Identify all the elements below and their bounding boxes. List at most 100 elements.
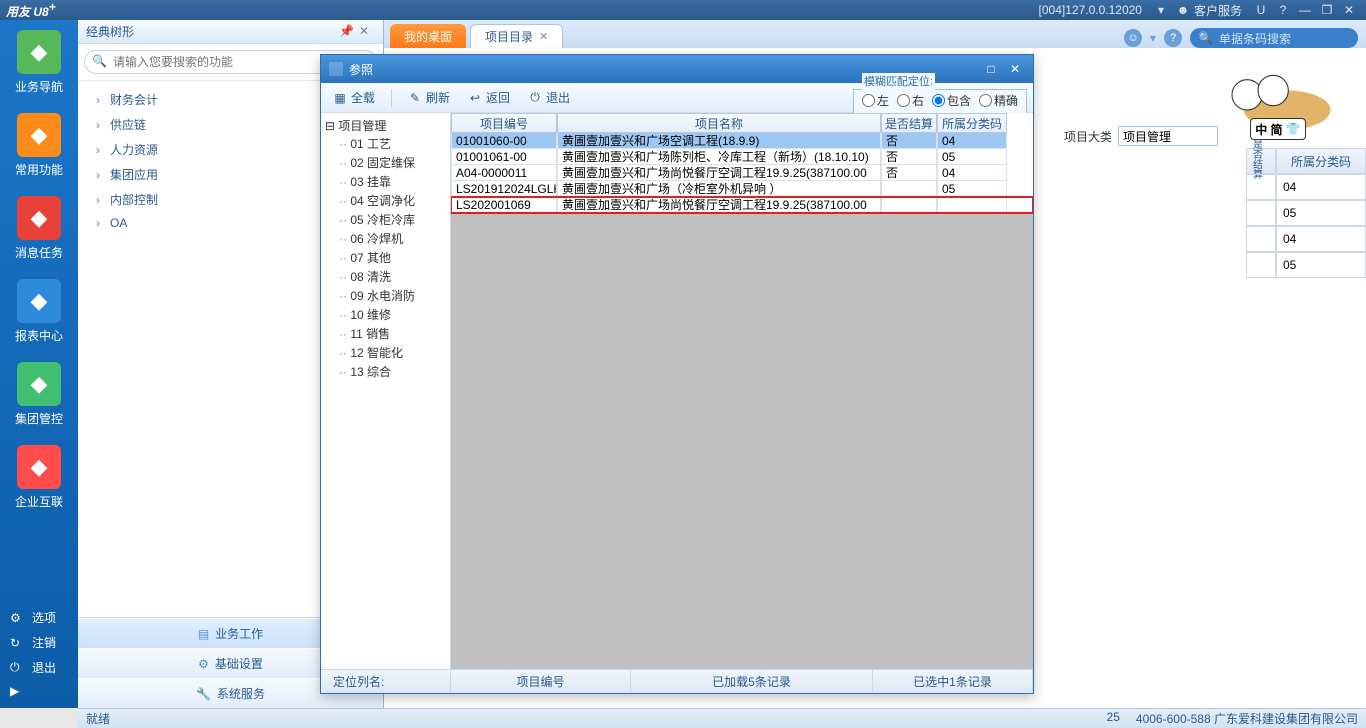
project-class-input[interactable] bbox=[1118, 126, 1218, 146]
dropdown-icon[interactable]: ▾ bbox=[1153, 2, 1169, 18]
sidebar-tab-icon: ▤ bbox=[198, 627, 209, 641]
dialog-close-icon[interactable]: ✕ bbox=[1005, 61, 1025, 77]
rail-collapse-icon[interactable]: ▶ bbox=[0, 680, 78, 702]
modal-tree-node-12[interactable]: ·· 12 智能化 bbox=[325, 343, 446, 362]
bg-th-settle: 是否结算 bbox=[1246, 148, 1276, 174]
modal-tree-node-09[interactable]: ·· 09 水电消防 bbox=[325, 286, 446, 305]
project-class-field: 项目大类 bbox=[1064, 126, 1218, 146]
support-icon[interactable]: ☻ bbox=[1175, 2, 1191, 18]
modal-tree-node-10[interactable]: ·· 10 维修 bbox=[325, 305, 446, 324]
fuzzy-match-group: 模糊匹配定位: 左右包含精确 bbox=[853, 82, 1027, 114]
close-icon[interactable]: ✕ bbox=[1341, 2, 1357, 18]
hotline: 4006-600-588 广东爱科建设集团有限公司 bbox=[1136, 710, 1358, 727]
grid-cell bbox=[937, 197, 1007, 213]
main-tab-1[interactable]: 项目目录✕ bbox=[470, 24, 563, 48]
grid-cell bbox=[881, 181, 937, 197]
minimize-icon[interactable]: — bbox=[1297, 2, 1313, 18]
main-tab-0[interactable]: 我的桌面 bbox=[390, 24, 466, 48]
grid-row[interactable]: A04-0000011黄圃壹加壹兴和广场尚悦餐厅空调工程19.9.25(3871… bbox=[451, 165, 1033, 181]
modal-tree-node-06[interactable]: ·· 06 冷焊机 bbox=[325, 229, 446, 248]
rail-label: 常用功能 bbox=[9, 161, 69, 178]
dialog-maximize-icon[interactable]: □ bbox=[981, 61, 1001, 77]
modal-tree-node-13[interactable]: ·· 13 综合 bbox=[325, 362, 446, 381]
modal-tree-node-08[interactable]: ·· 08 清洗 bbox=[325, 267, 446, 286]
grid-row[interactable]: 01001061-00黄圃壹加壹兴和广场陈列柜、冷库工程（新场）(18.10.1… bbox=[451, 149, 1033, 165]
rail-item-2[interactable]: ◆消息任务 bbox=[9, 196, 69, 261]
modal-tree-node-03[interactable]: ·· 03 挂靠 bbox=[325, 172, 446, 191]
dialog-grid: 项目编号项目名称是否结算所属分类码 01001060-00黄圃壹加壹兴和广场空调… bbox=[451, 113, 1033, 669]
match-radio-2[interactable]: 包含 bbox=[932, 92, 971, 109]
rail-icon: ◆ bbox=[17, 113, 61, 157]
smiley-icon[interactable]: ☺ bbox=[1124, 29, 1142, 47]
back-button[interactable]: ↩返回 bbox=[462, 87, 516, 108]
tree-root[interactable]: ⊟ 项目管理 bbox=[325, 117, 446, 134]
exit-button[interactable]: ⏻退出 bbox=[522, 87, 576, 108]
match-radio-0[interactable]: 左 bbox=[862, 92, 889, 109]
app-statusbar: 就绪 25 4006-600-588 广东爱科建设集团有限公司 bbox=[78, 708, 1366, 728]
rail-item-3[interactable]: ◆报表中心 bbox=[9, 279, 69, 344]
rail-bottom-icon: ⚙ bbox=[10, 611, 26, 625]
fuzzy-match-legend: 模糊匹配定位: bbox=[862, 73, 935, 89]
customer-service-label[interactable]: 客户服务 bbox=[1194, 2, 1242, 19]
grid-icon: ▦ bbox=[333, 91, 347, 105]
rail-item-1[interactable]: ◆ 常用功能 bbox=[9, 113, 69, 178]
selected-count: 已选中1条记录 bbox=[873, 670, 1033, 693]
refresh-button[interactable]: ✎刷新 bbox=[402, 87, 456, 108]
rail-item-0[interactable]: ◆业务导航 bbox=[9, 30, 69, 95]
grid-cell: 否 bbox=[881, 133, 937, 149]
help-icon[interactable]: ? bbox=[1164, 29, 1182, 47]
bg-cell-code: 05 bbox=[1276, 200, 1366, 226]
rail-bottom-2[interactable]: ⏻退出 bbox=[0, 655, 78, 680]
help-icon[interactable]: ? bbox=[1275, 2, 1291, 18]
bg-th-code: 所属分类码 bbox=[1276, 148, 1366, 174]
tab-strip: 我的桌面项目目录✕ ☺ ▾ ? 🔍 单据条码搜索 bbox=[384, 20, 1366, 48]
rail-icon: ◆ bbox=[17, 445, 61, 489]
rail-item-5[interactable]: ◆企业互联 bbox=[9, 445, 69, 510]
barcode-search[interactable]: 🔍 单据条码搜索 bbox=[1190, 28, 1358, 48]
modal-tree-node-07[interactable]: ·· 07 其他 bbox=[325, 248, 446, 267]
grid-cell: A04-0000011 bbox=[451, 165, 557, 181]
chevron-right-icon: › bbox=[96, 216, 106, 230]
modal-tree-node-01[interactable]: ·· 01 工艺 bbox=[325, 134, 446, 153]
grid-cell: 04 bbox=[937, 133, 1007, 149]
rail-item-4[interactable]: ◆ 集团管控 bbox=[9, 362, 69, 427]
grid-row[interactable]: LS202001069黄圃壹加壹兴和广场尚悦餐厅空调工程19.9.25(3871… bbox=[451, 197, 1033, 213]
tab-close-icon[interactable]: ✕ bbox=[539, 30, 548, 43]
status-number: 25 bbox=[1107, 710, 1120, 727]
chevron-right-icon: › bbox=[96, 168, 106, 182]
grid-header-1[interactable]: 项目名称 bbox=[557, 113, 881, 133]
modal-tree-node-05[interactable]: ·· 05 冷柜冷库 bbox=[325, 210, 446, 229]
grid-row[interactable]: LS201912024LGLK黄圃壹加壹兴和广场（冷柜室外机异响 ）05 bbox=[451, 181, 1033, 197]
grid-cell: 05 bbox=[937, 149, 1007, 165]
grid-header-2[interactable]: 是否结算 bbox=[881, 113, 937, 133]
rail-icon: ◆ bbox=[17, 362, 61, 406]
grid-header-0[interactable]: 项目编号 bbox=[451, 113, 557, 133]
chevron-right-icon: › bbox=[96, 193, 106, 207]
rail-bottom-1[interactable]: ↻注销 bbox=[0, 630, 78, 655]
lang-tag[interactable]: 中 简 👕 bbox=[1250, 118, 1306, 140]
refresh-icon: ✎ bbox=[408, 91, 422, 105]
grid-row[interactable]: 01001060-00黄圃壹加壹兴和广场空调工程(18.9.9)否04 bbox=[451, 133, 1033, 149]
match-radio-1[interactable]: 右 bbox=[897, 92, 924, 109]
exit-icon: ⏻ bbox=[528, 91, 542, 105]
reference-dialog: 参照 □ ✕ ▦全载 ✎刷新 ↩返回 ⏻退出 模糊匹配定位: 左右包含精确 ⊟ … bbox=[320, 54, 1034, 694]
restore-icon[interactable]: ❐ bbox=[1319, 2, 1335, 18]
modal-tree-node-02[interactable]: ·· 02 固定维保 bbox=[325, 153, 446, 172]
chevron-down-icon[interactable]: ▾ bbox=[1150, 31, 1156, 45]
modal-tree-node-04[interactable]: ·· 04 空调净化 bbox=[325, 191, 446, 210]
pin-icon[interactable]: 📌 bbox=[339, 24, 355, 40]
grid-header-3[interactable]: 所属分类码 bbox=[937, 113, 1007, 133]
sidebar-close-icon[interactable]: ✕ bbox=[359, 24, 375, 40]
load-all-button[interactable]: ▦全载 bbox=[327, 87, 381, 108]
dialog-toolbar: ▦全载 ✎刷新 ↩返回 ⏻退出 模糊匹配定位: 左右包含精确 bbox=[321, 83, 1033, 113]
rail-label: 集团管控 bbox=[9, 410, 69, 427]
bg-cell-settle bbox=[1246, 252, 1276, 278]
match-radio-3[interactable]: 精确 bbox=[979, 92, 1018, 109]
connection-info: [004]127.0.0.12020 bbox=[1039, 3, 1142, 17]
locator-column: 项目编号 bbox=[451, 670, 631, 693]
modal-tree-node-11[interactable]: ·· 11 销售 bbox=[325, 324, 446, 343]
dialog-statusbar: 定位列名: 项目编号 已加载5条记录 已选中1条记录 bbox=[321, 669, 1033, 693]
dialog-tree: ⊟ 项目管理 ·· 01 工艺·· 02 固定维保·· 03 挂靠·· 04 空… bbox=[321, 113, 451, 669]
rail-bottom-0[interactable]: ⚙选项 bbox=[0, 605, 78, 630]
u-menu-icon[interactable]: U bbox=[1253, 2, 1269, 18]
